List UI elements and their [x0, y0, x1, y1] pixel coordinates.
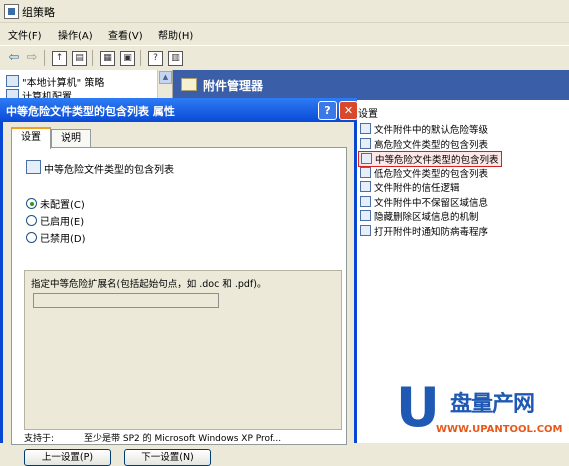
toolbar-separator: [140, 50, 141, 66]
policy-setting-icon: [360, 196, 371, 207]
tree-item-local-policy[interactable]: "本地计算机" 策略: [6, 74, 104, 89]
toolbar-separator: [44, 50, 45, 66]
export-icon[interactable]: ▣: [120, 51, 135, 66]
group-policy-app-icon: [4, 4, 19, 19]
scroll-up-icon[interactable]: ▲: [159, 71, 172, 84]
close-button[interactable]: ✕: [339, 101, 358, 120]
dialog-body: 设置 说明 中等危险文件类型的包含列表 未配置(C) 已启用(E) 已禁用(D)…: [3, 122, 354, 466]
supported-value: 至少是带 SP2 的 Microsoft Windows XP Prof...: [84, 434, 282, 444]
list-item[interactable]: 文件附件的信任逻辑: [360, 180, 460, 194]
back-icon[interactable]: ⇦: [6, 50, 22, 66]
right-pane-header: 附件管理器: [173, 70, 569, 100]
console-icon[interactable]: ▥: [168, 51, 183, 66]
show-hide-tree-icon[interactable]: ▤: [72, 51, 87, 66]
previous-setting-button[interactable]: 上一设置(P): [24, 449, 111, 466]
window-title: 组策略: [22, 6, 55, 19]
column-header-setting[interactable]: 设置: [358, 105, 378, 120]
menu-help[interactable]: 帮助(H): [158, 27, 193, 42]
toolbar: ⇦ ⇨ ↑ ▤ ▦ ▣ ? ▥: [0, 45, 569, 71]
list-item[interactable]: 打开附件时通知防病毒程序: [360, 224, 488, 238]
radio-enabled[interactable]: 已启用(E): [26, 213, 84, 228]
right-pane-title: 附件管理器: [203, 79, 264, 93]
watermark-url: WWW.UPANTOOL.COM: [436, 424, 563, 435]
policy-setting-icon: [360, 210, 371, 221]
radio-not-configured[interactable]: 未配置(C): [26, 196, 85, 211]
main-title-bar: 组策略: [0, 0, 569, 23]
menu-file[interactable]: 文件(F): [8, 27, 42, 42]
next-setting-button[interactable]: 下一设置(N): [124, 449, 211, 466]
properties-dialog: 中等危险文件类型的包含列表 属性 ? ✕ 设置 说明 中等危险文件类型的包含列表…: [0, 98, 358, 466]
options-box: 指定中等危险扩展名(包括起始句点，如 .doc 和 .pdf)。: [24, 270, 342, 430]
policy-setting-icon: [360, 225, 371, 236]
radio-checked-icon: [26, 198, 37, 209]
folder-icon: [181, 78, 197, 91]
dialog-title: 中等危险文件类型的包含列表 属性: [6, 105, 175, 118]
list-item[interactable]: 文件附件中的默认危险等级: [360, 122, 488, 136]
radio-icon: [26, 232, 37, 243]
forward-icon[interactable]: ⇨: [24, 50, 40, 66]
list-item[interactable]: 低危险文件类型的包含列表: [360, 166, 488, 180]
policy-setting-icon: [360, 123, 371, 134]
toolbar-separator: [92, 50, 93, 66]
policy-setting-icon: [360, 181, 371, 192]
tab-settings[interactable]: 设置: [11, 127, 51, 149]
help-icon[interactable]: ?: [148, 51, 163, 66]
menu-bar: 文件(F) 操作(A) 查看(V) 帮助(H): [0, 23, 569, 44]
list-item[interactable]: 隐藏删除区域信息的机制: [360, 209, 479, 223]
help-button[interactable]: ?: [318, 101, 337, 120]
dialog-title-bar[interactable]: 中等危险文件类型的包含列表 属性 ? ✕: [0, 98, 358, 122]
watermark-brand: 盘量产网: [450, 392, 535, 417]
extension-input[interactable]: [33, 293, 219, 308]
tab-explain[interactable]: 说明: [51, 129, 91, 147]
radio-icon: [26, 215, 37, 226]
policy-setting-icon: [360, 167, 371, 178]
properties-icon[interactable]: ▦: [100, 51, 115, 66]
policy-setting-icon: [361, 153, 372, 164]
menu-action[interactable]: 操作(A): [58, 27, 93, 42]
tab-panel-settings: 中等危险文件类型的包含列表 未配置(C) 已启用(E) 已禁用(D) 指定中等危…: [11, 147, 347, 466]
extension-hint: 指定中等危险扩展名(包括起始句点，如 .doc 和 .pdf)。: [31, 279, 267, 290]
policy-setting-icon: [360, 138, 371, 149]
watermark-logo-letter: U: [396, 376, 440, 439]
supported-label: 支持于:: [24, 434, 55, 444]
policy-icon: [6, 75, 19, 87]
watermark-logo: U 盘量产网 WWW.UPANTOOL.COM: [388, 376, 569, 443]
policy-setting-icon: [26, 160, 41, 174]
radio-disabled[interactable]: 已禁用(D): [26, 230, 86, 245]
list-item[interactable]: 高危险文件类型的包含列表: [360, 137, 488, 151]
list-item-selected[interactable]: 中等危险文件类型的包含列表: [358, 151, 502, 167]
policy-name: 中等危险文件类型的包含列表: [44, 165, 174, 176]
menu-view[interactable]: 查看(V): [108, 27, 143, 42]
up-folder-icon[interactable]: ↑: [52, 51, 67, 66]
list-item[interactable]: 文件附件中不保留区域信息: [360, 195, 488, 209]
